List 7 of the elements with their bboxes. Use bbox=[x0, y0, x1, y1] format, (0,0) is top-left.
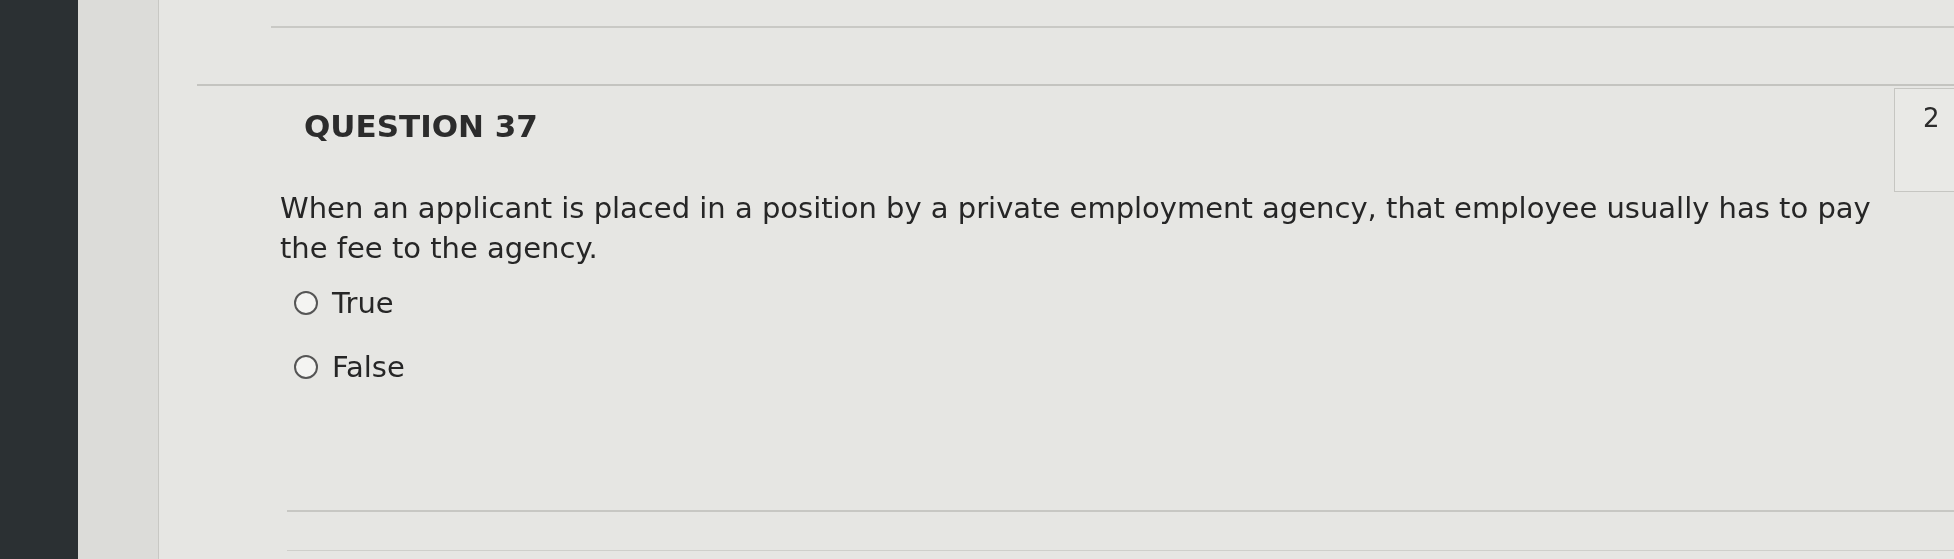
points-box: 2 bbox=[1894, 88, 1954, 192]
radio-button[interactable] bbox=[294, 291, 318, 315]
answer-option[interactable]: False bbox=[294, 350, 405, 384]
question-title: QUESTION 37 bbox=[304, 108, 538, 144]
radio-button[interactable] bbox=[294, 355, 318, 379]
question-text: When an applicant is placed in a position by a private employment agency, that employee usually has to pay the fee to the agency. bbox=[280, 190, 1872, 267]
answer-option[interactable]: True bbox=[294, 286, 394, 320]
